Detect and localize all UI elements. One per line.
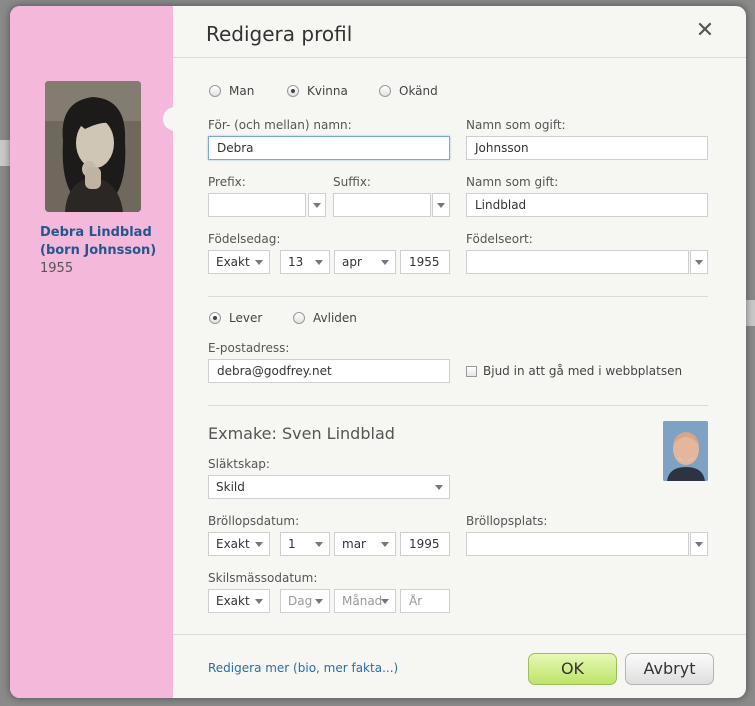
wedding-precision-select[interactable]: Exakt <box>208 532 270 556</box>
divorce-month-select[interactable]: Månad <box>334 589 396 613</box>
chevron-down-icon <box>313 203 321 208</box>
spouse-photo <box>663 421 708 481</box>
wedding-place-label: Bröllopsplats: <box>466 514 548 528</box>
radio-dot-selected <box>287 85 299 97</box>
spouse-section-title: Exmake: Sven Lindblad <box>208 424 395 443</box>
select-value: mar <box>342 537 366 551</box>
footer-divider <box>173 634 746 635</box>
email-label: E-postadress: <box>208 341 290 355</box>
married-name-input[interactable]: Lindblad <box>466 193 708 217</box>
chevron-down-icon <box>315 260 323 265</box>
select-value: Exakt <box>216 594 250 608</box>
chevron-down-icon <box>437 203 445 208</box>
relation-label: Släktskap: <box>208 457 270 471</box>
chevron-down-icon <box>255 260 263 265</box>
radio-label: Man <box>229 84 255 98</box>
chevron-down-icon <box>255 542 263 547</box>
edit-more-link[interactable]: Redigera mer (bio, mer fakta...) <box>208 661 398 675</box>
radio-dot <box>379 85 391 97</box>
birthplace-dropdown-button[interactable] <box>690 250 708 274</box>
chevron-down-icon <box>255 599 263 604</box>
birth-year-input[interactable]: 1955 <box>400 250 450 274</box>
status-deceased-radio[interactable]: Avliden <box>293 311 357 325</box>
person-name-line: Debra Lindblad <box>40 225 152 240</box>
married-name-label: Namn som gift: <box>466 175 559 189</box>
select-value: Exakt <box>216 255 250 269</box>
maiden-name-label: Namn som ogift: <box>466 118 566 132</box>
gender-man-radio[interactable]: Man <box>209 84 254 98</box>
wedding-date-label: Bröllopsdatum: <box>208 514 300 528</box>
radio-label: Lever <box>229 311 263 325</box>
maiden-name-input[interactable]: Johnsson <box>466 136 708 160</box>
select-value: 1 <box>288 537 296 551</box>
select-placeholder: Dag <box>288 594 313 608</box>
birth-precision-select[interactable]: Exakt <box>208 250 270 274</box>
divorce-date-label: Skilsmässodatum: <box>208 571 318 585</box>
gender-unknown-radio[interactable]: Okänd <box>379 84 438 98</box>
first-name-label: För- (och mellan) namn: <box>208 118 352 132</box>
chevron-down-icon <box>435 485 443 490</box>
prefix-input[interactable] <box>208 193 306 217</box>
suffix-input[interactable] <box>333 193 431 217</box>
chevron-down-icon <box>381 260 389 265</box>
profile-photo <box>45 81 141 212</box>
cancel-button[interactable]: Avbryt <box>625 653 714 685</box>
radio-label: Okänd <box>399 84 438 98</box>
background-strip <box>746 300 755 326</box>
person-birth-year: 1955 <box>40 261 74 276</box>
close-icon[interactable]: ✕ <box>694 20 716 42</box>
status-living-radio[interactable]: Lever <box>209 311 262 325</box>
select-value: Exakt <box>216 537 250 551</box>
radio-label: Avliden <box>313 311 357 325</box>
divorce-day-select[interactable]: Dag <box>280 589 330 613</box>
divorce-year-input[interactable] <box>400 589 450 613</box>
select-value: 13 <box>288 255 304 269</box>
wedding-place-input[interactable] <box>466 532 689 556</box>
checkbox-box <box>466 365 477 377</box>
select-placeholder: Månad <box>342 594 383 608</box>
divorce-precision-select[interactable]: Exakt <box>208 589 270 613</box>
chevron-down-icon <box>315 599 323 604</box>
radio-label: Kvinna <box>307 84 348 98</box>
header-divider <box>173 57 746 58</box>
first-name-input[interactable]: Debra <box>208 136 450 160</box>
prefix-dropdown-button[interactable] <box>308 193 326 217</box>
person-name: Debra Lindblad (born Johnsson) <box>40 224 170 260</box>
section-divider <box>208 405 708 406</box>
dialog-title: Redigera profil <box>206 22 353 46</box>
birth-month-select[interactable]: apr <box>334 250 396 274</box>
prefix-label: Prefix: <box>208 175 246 189</box>
invite-checkbox[interactable]: Bjud in att gå med i webbplatsen <box>466 364 682 378</box>
radio-dot <box>209 85 221 97</box>
edit-profile-dialog: Debra Lindblad (born Johnsson) 1955 Redi… <box>10 6 746 698</box>
gender-woman-radio[interactable]: Kvinna <box>287 84 348 98</box>
ok-button[interactable]: OK <box>528 653 617 685</box>
sidebar-notch <box>163 107 183 131</box>
wedding-day-select[interactable]: 1 <box>280 532 330 556</box>
chevron-down-icon <box>381 599 389 604</box>
person-birth-name: (born Johnsson) <box>40 243 157 258</box>
wedding-month-select[interactable]: mar <box>334 532 396 556</box>
suffix-dropdown-button[interactable] <box>432 193 450 217</box>
select-value: Skild <box>216 480 245 494</box>
suffix-label: Suffix: <box>333 175 371 189</box>
wedding-place-dropdown-button[interactable] <box>690 532 708 556</box>
chevron-down-icon <box>695 260 703 265</box>
chevron-down-icon <box>381 542 389 547</box>
birthdate-label: Födelsedag: <box>208 232 281 246</box>
wedding-year-input[interactable]: 1995 <box>400 532 450 556</box>
background-strip <box>0 140 10 166</box>
chevron-down-icon <box>315 542 323 547</box>
birth-day-select[interactable]: 13 <box>280 250 330 274</box>
radio-dot <box>293 312 305 324</box>
chevron-down-icon <box>695 542 703 547</box>
birthplace-input[interactable] <box>466 250 689 274</box>
invite-label: Bjud in att gå med i webbplatsen <box>483 364 683 378</box>
radio-dot-selected <box>209 312 221 324</box>
email-input[interactable]: debra@godfrey.net <box>208 359 450 383</box>
birthplace-label: Födelseort: <box>466 232 533 246</box>
relation-select[interactable]: Skild <box>208 475 450 499</box>
select-value: apr <box>342 255 362 269</box>
section-divider <box>208 296 708 297</box>
